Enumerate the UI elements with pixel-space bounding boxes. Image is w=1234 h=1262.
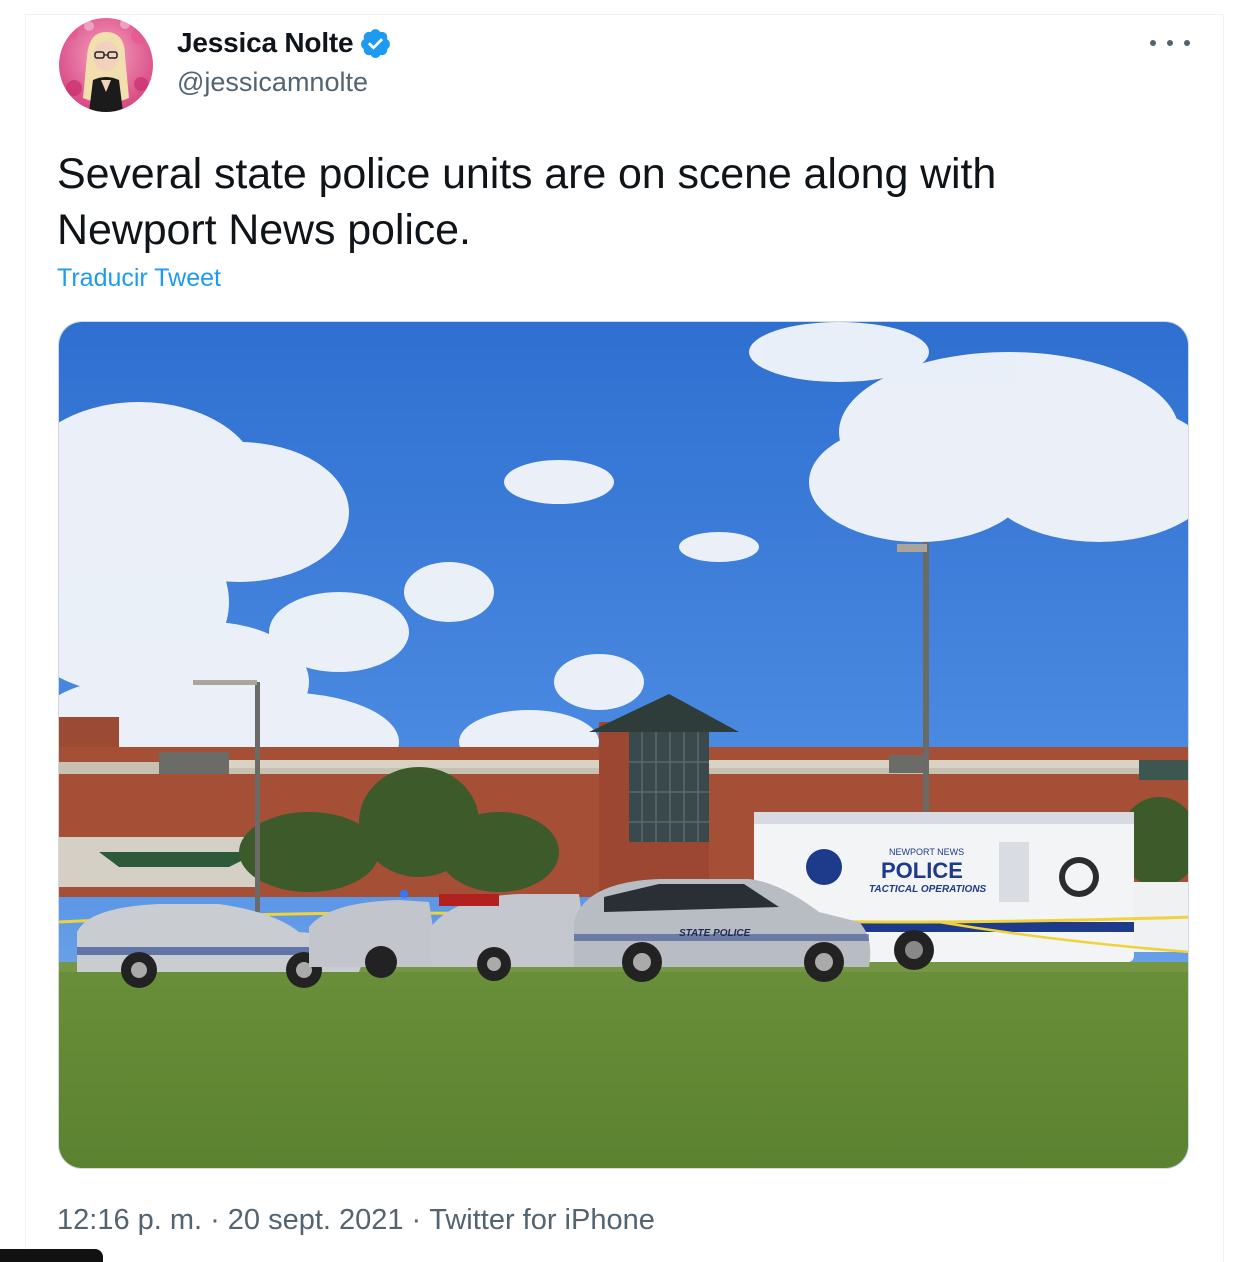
- more-dots-icon[interactable]: [1150, 30, 1190, 56]
- police-scene-photo: NEWPORT NEWS POLICE TACTICAL OPERATIONS: [59, 322, 1188, 1168]
- tweet-source[interactable]: Twitter for iPhone: [429, 1204, 655, 1237]
- meta-separator: ·: [411, 1204, 422, 1236]
- verified-badge-icon: [359, 27, 392, 60]
- tweet-date[interactable]: 20 sept. 2021: [228, 1204, 404, 1237]
- tweet-metadata: 12:16 p. m. · 20 sept. 2021 · Twitter fo…: [57, 1204, 655, 1237]
- corner-overlay: [0, 1249, 103, 1262]
- truck-newport-label: NEWPORT NEWS: [889, 847, 964, 857]
- more-dot: [1167, 40, 1173, 46]
- truck-police-label: POLICE: [881, 858, 963, 883]
- tweet-media-photo[interactable]: NEWPORT NEWS POLICE TACTICAL OPERATIONS: [58, 321, 1189, 1169]
- tweet-page: Jessica Nolte @jessicamnolte Several sta…: [0, 0, 1234, 1262]
- tweet-time[interactable]: 12:16 p. m.: [57, 1204, 202, 1237]
- translate-tweet-link[interactable]: Traducir Tweet: [57, 264, 221, 293]
- tweet-text: Several state police units are on scene …: [57, 150, 997, 254]
- author-handle[interactable]: @jessicamnolte: [177, 67, 368, 98]
- more-dot: [1150, 40, 1156, 46]
- author-display-name[interactable]: Jessica Nolte: [177, 27, 354, 59]
- truck-tactical-label: TACTICAL OPERATIONS: [869, 884, 987, 895]
- avatar[interactable]: [59, 18, 153, 112]
- avatar-photo: [59, 18, 153, 112]
- more-dot: [1184, 40, 1190, 46]
- light-pole: [255, 682, 260, 912]
- car-state-police-label: STATE POLICE: [679, 928, 751, 939]
- lawn: [59, 962, 1188, 1168]
- author-name-row[interactable]: Jessica Nolte: [177, 26, 392, 60]
- meta-separator: ·: [210, 1204, 220, 1236]
